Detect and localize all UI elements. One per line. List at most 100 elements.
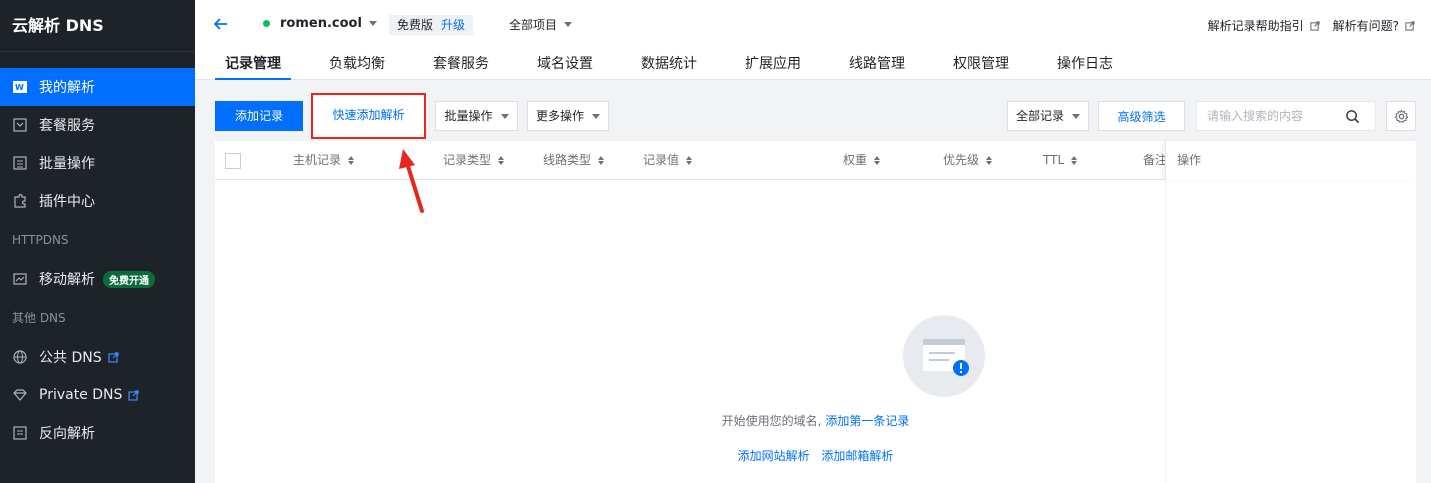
- empty-state-illustration: [903, 315, 985, 397]
- top-bar: romen.cool 免费版 升级 全部项目 解析记录帮助指引 解析有问题? 记…: [195, 0, 1431, 80]
- sidebar-item-plugin[interactable]: 插件中心: [0, 182, 195, 220]
- plugin-icon: [12, 193, 28, 209]
- chevron-down-icon: [564, 22, 573, 27]
- add-site-dns-link[interactable]: 添加网站解析: [738, 449, 810, 463]
- empty-state-text: 开始使用您的域名, 添加第一条记录: [215, 412, 1416, 429]
- tab-record-management[interactable]: 记录管理: [215, 52, 291, 80]
- sort-icon: [986, 156, 993, 165]
- column-weight[interactable]: 权重: [843, 141, 881, 180]
- mobile-dns-icon: [12, 271, 28, 287]
- project-label: 全部项目: [509, 18, 558, 32]
- tab-operation-log[interactable]: 操作日志: [1047, 52, 1123, 80]
- plan-label: 免费版: [397, 18, 434, 32]
- column-operations: 操作: [1165, 141, 1416, 180]
- tab-bar: 记录管理 负载均衡 套餐服务 域名设置 数据统计 扩展应用 线路管理 权限管理 …: [215, 52, 1151, 80]
- select-all-checkbox[interactable]: [225, 153, 241, 169]
- chevron-down-icon: [1072, 113, 1080, 119]
- empty-state-links: 添加网站解析 添加邮箱解析: [215, 447, 1416, 464]
- record-filter-label: 全部记录: [1015, 109, 1064, 123]
- chevron-down-icon: [592, 113, 600, 119]
- search-input[interactable]: [1197, 109, 1345, 123]
- column-label: TTL: [1043, 153, 1065, 167]
- sidebar-item-label: 批量操作: [39, 156, 95, 172]
- question-link[interactable]: 解析有问题?: [1333, 17, 1415, 34]
- tab-permissions[interactable]: 权限管理: [943, 52, 1019, 80]
- help-guide-link[interactable]: 解析记录帮助指引: [1208, 17, 1320, 34]
- sort-icon: [598, 156, 605, 165]
- quick-add-button[interactable]: 快速添加解析: [311, 93, 426, 139]
- plan-tag: 免费版 升级: [389, 15, 474, 35]
- chevron-down-icon: [368, 21, 377, 26]
- sidebar-item-package[interactable]: 套餐服务: [0, 106, 195, 144]
- upgrade-link[interactable]: 升级: [441, 15, 465, 35]
- record-filter-dropdown[interactable]: 全部记录: [1007, 101, 1089, 131]
- sidebar-item-mobile-dns[interactable]: 移动解析 免费开通: [0, 260, 195, 298]
- sort-icon: [1071, 156, 1078, 165]
- settings-button[interactable]: [1386, 101, 1416, 131]
- advanced-filter-button[interactable]: 高级筛选: [1098, 101, 1185, 131]
- globe-icon: [12, 349, 28, 365]
- column-remark[interactable]: 备注: [1143, 141, 1167, 180]
- annotation-arrow-icon: [395, 145, 435, 219]
- reverse-icon: [12, 425, 28, 441]
- sidebar-item-label: 我的解析: [39, 80, 95, 96]
- search-icon[interactable]: [1345, 109, 1360, 124]
- external-link-icon: [1309, 20, 1320, 31]
- external-link-icon: [1405, 20, 1415, 31]
- column-label: 备注: [1143, 153, 1168, 167]
- column-label: 记录类型: [443, 153, 492, 167]
- batch-icon: [12, 155, 28, 171]
- project-selector[interactable]: 全部项目: [509, 16, 573, 33]
- sidebar-item-reverse-dns[interactable]: 反向解析: [0, 414, 195, 452]
- sidebar-item-label: 插件中心: [39, 194, 95, 210]
- question-label: 解析有问题?: [1332, 19, 1399, 33]
- more-ops-dropdown[interactable]: 更多操作: [527, 101, 609, 131]
- empty-state-message: 开始使用您的域名,: [721, 414, 822, 428]
- column-label: 优先级: [943, 153, 980, 167]
- add-record-button[interactable]: 添加记录: [215, 101, 303, 131]
- column-record-type[interactable]: 记录类型: [443, 141, 505, 180]
- column-label: 主机记录: [293, 153, 342, 167]
- domain-selector[interactable]: romen.cool: [263, 16, 377, 31]
- chevron-down-icon: [500, 113, 509, 119]
- sidebar-item-label: 移动解析: [39, 272, 95, 288]
- sidebar-item-public-dns[interactable]: 公共 DNS: [0, 338, 195, 376]
- column-label: 权重: [843, 153, 868, 167]
- domain-name: romen.cool: [280, 16, 362, 31]
- help-links: 解析记录帮助指引 解析有问题?: [1208, 17, 1415, 34]
- sidebar-item-label: 公共 DNS: [39, 350, 102, 366]
- column-record-value[interactable]: 记录值: [643, 141, 693, 180]
- sidebar-item-private-dns[interactable]: Private DNS: [0, 376, 195, 414]
- diamond-icon: [12, 387, 28, 403]
- add-mail-dns-link[interactable]: 添加邮箱解析: [821, 449, 893, 463]
- tab-statistics[interactable]: 数据统计: [631, 52, 707, 80]
- column-line-type[interactable]: 线路类型: [543, 141, 605, 180]
- external-link-icon: [128, 389, 140, 401]
- sidebar-item-batch[interactable]: 批量操作: [0, 144, 195, 182]
- sidebar-item-my-dns[interactable]: W 我的解析: [0, 68, 195, 106]
- help-guide-label: 解析记录帮助指引: [1207, 19, 1304, 33]
- sidebar: 云解析 DNS W 我的解析 套餐服务 批量操作 插件中心 HTTPDNS 移动…: [0, 0, 195, 483]
- svg-text:W: W: [15, 83, 24, 92]
- column-label: 线路类型: [543, 153, 592, 167]
- column-host[interactable]: 主机记录: [293, 141, 355, 180]
- batch-ops-label: 批量操作: [444, 109, 493, 123]
- package-icon: [12, 117, 28, 133]
- tab-load-balancing[interactable]: 负载均衡: [319, 52, 395, 80]
- sidebar-item-label: 反向解析: [39, 426, 95, 442]
- op-column-divider: [1165, 180, 1166, 483]
- sidebar-item-label: 套餐服务: [39, 118, 95, 134]
- batch-ops-dropdown[interactable]: 批量操作: [435, 101, 518, 131]
- tab-package-service[interactable]: 套餐服务: [423, 52, 499, 80]
- back-arrow-icon[interactable]: [213, 16, 229, 36]
- free-badge: 免费开通: [103, 270, 155, 288]
- status-dot: [263, 20, 270, 27]
- sidebar-section-httpdns: HTTPDNS: [12, 233, 69, 247]
- add-first-record-link[interactable]: 添加第一条记录: [825, 414, 909, 428]
- tab-domain-settings[interactable]: 域名设置: [527, 52, 603, 80]
- tab-extensions[interactable]: 扩展应用: [735, 52, 811, 80]
- sidebar-item-label: Private DNS: [39, 387, 123, 403]
- tab-line-management[interactable]: 线路管理: [839, 52, 915, 80]
- column-priority[interactable]: 优先级: [943, 141, 993, 180]
- column-ttl[interactable]: TTL: [1043, 141, 1078, 180]
